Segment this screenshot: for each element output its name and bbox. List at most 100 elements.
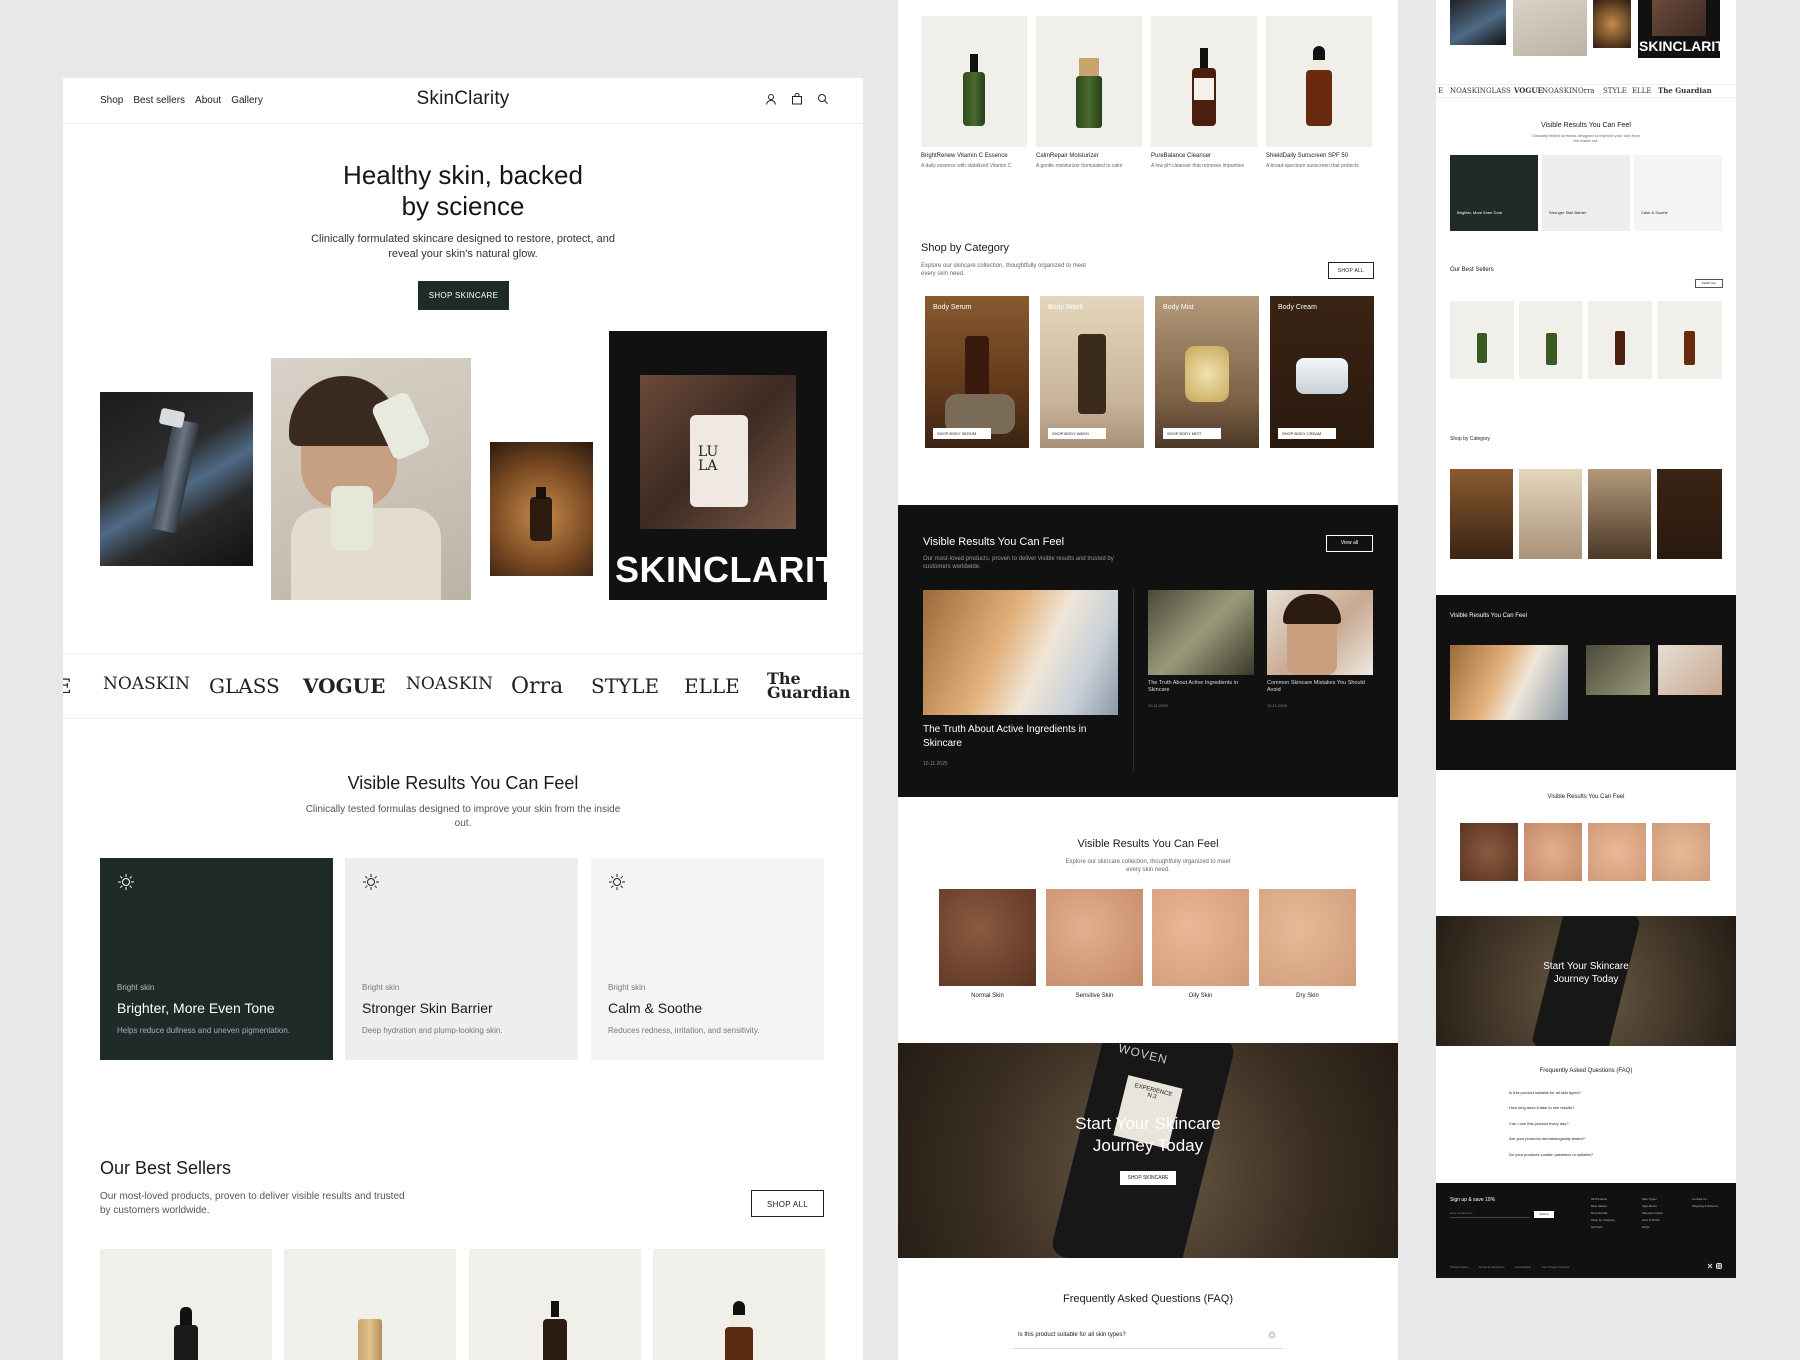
journal-post-date: 10.11.2025 (1148, 703, 1168, 708)
search-icon[interactable] (817, 93, 829, 105)
skin-types-subtitle: Explore our skincare collection, thought… (1065, 859, 1231, 873)
banner-shop-button[interactable]: SHOP SKINCARE (1120, 1171, 1176, 1185)
skin-type-image[interactable] (939, 889, 1036, 986)
journal-post-date: 10.11.2025 (1267, 703, 1287, 708)
faq-divider (1013, 1348, 1283, 1349)
footer-links-help: Contact Us Shipping & Returns (1692, 1197, 1718, 1208)
benefit-card[interactable]: Bright skin Calm & Soothe Reduces rednes… (591, 858, 824, 1060)
category-card[interactable] (1588, 469, 1651, 559)
x-social-icon[interactable] (1707, 1263, 1713, 1269)
product-tile[interactable] (469, 1249, 641, 1360)
benefit-tag: Bright skin (608, 983, 646, 992)
product-tile[interactable] (1151, 16, 1257, 147)
benefit-card[interactable]: Bright skin Brighter, More Even Tone Hel… (100, 858, 333, 1060)
category-card[interactable] (1519, 469, 1582, 559)
faq-question[interactable]: Do your products contain parabens or sul… (1509, 1152, 1593, 1157)
journal-post-title[interactable]: The Truth About Active Ingredients in Sk… (923, 723, 1113, 751)
journal-section: Visible Results You Can Feel Our most-lo… (898, 505, 1398, 797)
category-shop-all-button[interactable]: SHOP ALL (1328, 262, 1374, 279)
product-tile[interactable] (653, 1249, 825, 1360)
journal-image[interactable] (1267, 590, 1373, 675)
benefit-desc: Reduces redness, irritation, and sensiti… (608, 1026, 760, 1035)
journal-image[interactable] (1148, 590, 1254, 675)
instagram-icon[interactable] (1716, 1263, 1722, 1269)
benefit-card[interactable]: Bright skin Stronger Skin Barrier Deep h… (345, 858, 578, 1060)
product-desc: A broad-spectrum sunscreen that protects (1266, 163, 1359, 169)
faq-question[interactable]: How long does it take to see results? (1509, 1105, 1574, 1110)
hero-subtitle: Clinically formulated skincare designed … (311, 233, 615, 260)
press-logos-strip: E NOASKIN GLASS VOGUE NOASKIN Orra STYLE… (63, 653, 863, 719)
benefit-title: Brighter, More Even Tone (1457, 210, 1503, 215)
category-card[interactable]: Body Mist SHOP BODY MIST (1155, 296, 1259, 448)
product-tile[interactable] (1519, 301, 1583, 379)
press-logo: VOGUE (303, 674, 386, 698)
footer-submit-button[interactable]: Submit (1534, 1211, 1554, 1218)
journal-image[interactable] (1450, 645, 1568, 720)
benefit-title: Brighter, More Even Tone (117, 1000, 275, 1016)
cart-icon[interactable] (791, 93, 803, 105)
faq-question[interactable]: Can I use this product every day? (1509, 1121, 1569, 1126)
faq-question[interactable]: Are your products dermatologically teste… (1509, 1136, 1585, 1141)
journal-image[interactable] (1658, 645, 1722, 695)
skin-type-image[interactable] (1259, 889, 1356, 986)
category-label: Body Mist (1163, 304, 1194, 311)
product-tile[interactable] (1036, 16, 1142, 147)
product-tile[interactable] (921, 16, 1027, 147)
journal-post-title[interactable]: The Truth About Active Ingredients in Sk… (1148, 680, 1248, 694)
faq-question[interactable]: Is this product suitable for all skin ty… (1509, 1090, 1581, 1095)
category-card[interactable] (1657, 469, 1722, 559)
journal-divider (1133, 590, 1134, 770)
product-name[interactable]: PureBalance Cleanser (1151, 153, 1257, 159)
product-name[interactable]: ShieldDaily Sunscreen SPF 50 (1266, 153, 1372, 159)
journal-view-all-button[interactable]: View all (1326, 535, 1373, 552)
product-tile[interactable] (1657, 301, 1722, 379)
product-tile[interactable] (1450, 301, 1514, 379)
faq-title: Frequently Asked Questions (FAQ) (1063, 1293, 1233, 1305)
category-label: Body Wash (1048, 304, 1084, 311)
benefit-card[interactable]: Stronger Skin Barrier (1542, 155, 1630, 231)
hero-shop-button[interactable]: SHOP SKINCARE (418, 281, 509, 310)
plus-icon[interactable] (1268, 1331, 1276, 1339)
faq-question[interactable]: Is this product suitable for all skin ty… (1018, 1332, 1126, 1338)
hero-image-model (271, 358, 471, 600)
journal-image[interactable] (1586, 645, 1650, 695)
category-button[interactable]: SHOP BODY MIST (1163, 428, 1221, 439)
thumb-image (1593, 0, 1631, 48)
journal-image[interactable] (923, 590, 1118, 715)
sun-icon (609, 874, 625, 890)
journal-post-title[interactable]: Common Skincare Mistakes You Should Avoi… (1267, 680, 1367, 694)
skin-type-label: Dry Skin (1296, 993, 1319, 999)
brand-logo[interactable]: SkinClarity (63, 88, 863, 110)
journal-title: Visible Results You Can Feel (923, 536, 1065, 548)
skin-type-label: Sensitive Skin (1075, 993, 1114, 999)
account-icon[interactable] (765, 93, 777, 105)
skin-type-image[interactable] (1588, 823, 1646, 881)
hero-image-rock-bottle (100, 392, 253, 566)
banner-title: Start Your Skincare Journey Today (1075, 1114, 1221, 1155)
skin-type-image[interactable] (1046, 889, 1143, 986)
category-card[interactable]: Body Wash SHOP BODY WASH (1040, 296, 1144, 448)
shop-all-button[interactable]: SHOP ALL (751, 1190, 824, 1217)
footer-email-input[interactable]: Enter Email Here (1450, 1211, 1530, 1218)
shop-all-button[interactable]: SHOP ALL (1695, 279, 1723, 288)
skin-type-image[interactable] (1652, 823, 1710, 881)
benefit-card[interactable]: Calm & Soothe (1634, 155, 1722, 231)
product-tile[interactable] (284, 1249, 456, 1360)
skin-type-image[interactable] (1460, 823, 1518, 881)
product-tile[interactable] (100, 1249, 272, 1360)
hero-image-perfume (490, 442, 593, 576)
product-name[interactable]: CalmRepair Moisturizer (1036, 153, 1142, 159)
product-tile[interactable] (1588, 301, 1652, 379)
category-card[interactable] (1450, 469, 1513, 559)
category-card[interactable]: Body Serum SHOP BODY SERUM (925, 296, 1029, 448)
product-name[interactable]: BrightRenew Vitamin C Essence (921, 153, 1027, 159)
category-button[interactable]: SHOP BODY SERUM (933, 428, 991, 439)
category-card[interactable]: Body Cream SHOP BODY CREAM (1270, 296, 1374, 448)
skin-type-image[interactable] (1524, 823, 1582, 881)
category-button[interactable]: SHOP BODY CREAM (1278, 428, 1336, 439)
product-tile[interactable] (1266, 16, 1372, 147)
benefit-card[interactable]: Brighter, More Even Tone (1450, 155, 1538, 231)
skin-type-image[interactable] (1152, 889, 1249, 986)
footer-signup-title: Sign up & save 10% (1450, 1197, 1496, 1203)
category-button[interactable]: SHOP BODY WASH (1048, 428, 1106, 439)
